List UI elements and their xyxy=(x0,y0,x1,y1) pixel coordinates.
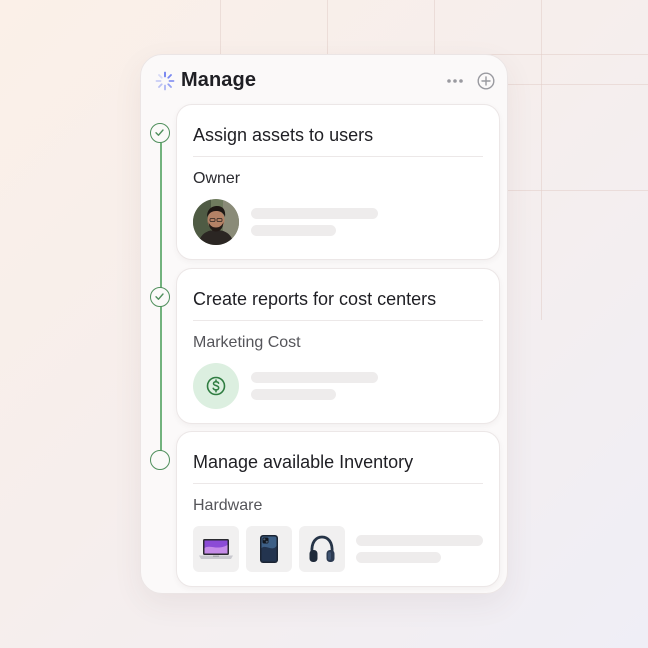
grid-line xyxy=(508,84,648,85)
avatar[interactable] xyxy=(193,199,239,245)
step-complete-marker xyxy=(150,287,170,307)
step-card-inventory[interactable]: Manage available Inventory Hardware xyxy=(176,431,500,587)
divider xyxy=(193,483,483,484)
dollar-badge xyxy=(193,363,239,409)
headphones-icon xyxy=(309,535,335,562)
step-subtitle: Marketing Cost xyxy=(193,334,301,351)
placeholder-line xyxy=(356,552,441,563)
placeholder-line xyxy=(251,389,336,400)
panel-header: Manage xyxy=(141,55,507,109)
check-icon xyxy=(155,129,164,136)
placeholder-line xyxy=(251,208,378,219)
user-avatar-image xyxy=(193,199,239,245)
check-icon xyxy=(155,293,164,300)
grid-line xyxy=(220,0,221,54)
product-thumbnail[interactable] xyxy=(246,526,292,572)
step-complete-marker xyxy=(150,123,170,143)
product-thumbnail[interactable] xyxy=(193,526,239,572)
grid-line xyxy=(508,190,648,191)
step-pending-marker xyxy=(150,450,170,470)
step-subtitle: Owner xyxy=(193,170,241,187)
manage-panel: Manage Assign assets to users Owner Crea… xyxy=(140,54,508,594)
step-subtitle: Hardware xyxy=(193,497,263,514)
placeholder-line xyxy=(356,535,483,546)
grid-line xyxy=(541,0,542,320)
step-card-assign-assets[interactable]: Assign assets to users Owner xyxy=(176,104,500,260)
dollar-icon xyxy=(206,376,226,396)
step-title: Assign assets to users xyxy=(193,125,374,145)
divider xyxy=(193,320,483,321)
divider xyxy=(193,156,483,157)
grid-line xyxy=(327,0,328,54)
more-horizontal-icon[interactable] xyxy=(445,73,465,89)
step-card-cost-reports[interactable]: Create reports for cost centers Marketin… xyxy=(176,268,500,424)
step-title: Create reports for cost centers xyxy=(193,289,437,309)
laptop-icon xyxy=(199,539,233,559)
placeholder-line xyxy=(251,372,378,383)
placeholder-line xyxy=(251,225,336,236)
product-thumbnail[interactable] xyxy=(299,526,345,572)
phone-icon xyxy=(260,535,278,563)
panel-title: Manage xyxy=(181,69,257,91)
grid-line xyxy=(434,0,435,54)
spinner-icon xyxy=(155,71,175,91)
step-title: Manage available Inventory xyxy=(193,452,414,472)
plus-circle-icon[interactable] xyxy=(477,72,495,90)
